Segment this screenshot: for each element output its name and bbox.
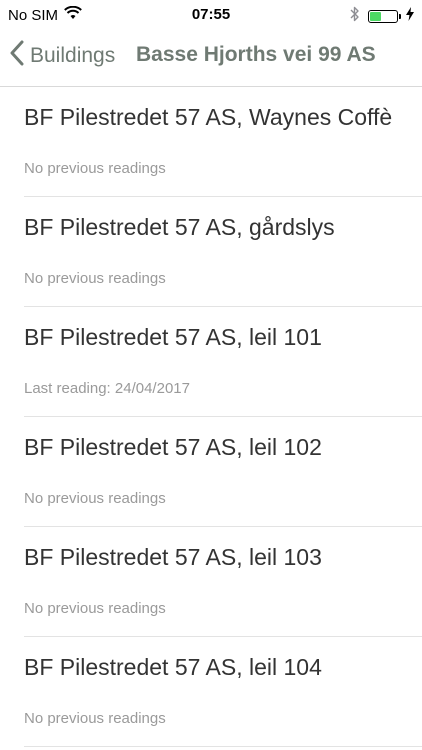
item-title: BF Pilestredet 57 AS, gårdslys [24,214,335,240]
chevron-left-icon [10,40,24,72]
back-button[interactable]: Buildings [10,40,115,72]
item-title: BF Pilestredet 57 AS, Waynes Coffè [24,104,393,130]
list-item[interactable]: BF Pilestredet 57 AS, leil 102 No previo… [24,417,422,527]
battery-level [370,11,381,21]
item-subtitle: No previous readings [24,160,166,177]
list-item[interactable]: BF Pilestredet 57 AS, leil 101 Last read… [24,307,422,417]
list-item[interactable]: BF Pilestredet 57 AS, Waynes Coffè No pr… [24,87,422,197]
item-subtitle: No previous readings [24,600,166,617]
back-label: Buildings [30,44,116,67]
item-subtitle: No previous readings [24,490,166,507]
item-title: BF Pilestredet 57 AS, leil 101 [24,324,322,350]
list-item[interactable]: BF Pilestredet 57 AS, leil 104 No previo… [24,637,422,747]
item-title: BF Pilestredet 57 AS, leil 104 [24,654,322,680]
list-item[interactable]: BF Pilestredet 57 AS, gårdslys No previo… [24,197,422,307]
item-subtitle: No previous readings [24,710,166,727]
list-item[interactable]: BF Pilestredet 57 AS, leil 103 No previo… [24,527,422,637]
battery-icon [368,9,401,23]
status-bar: No SIM 07:55 [0,0,422,30]
item-subtitle: Last reading: 24/04/2017 [24,380,190,397]
screen: No SIM 07:55 Buildings Basse Hjorths vei… [0,0,422,750]
bluetooth-icon [350,6,360,26]
item-title: BF Pilestredet 57 AS, leil 102 [24,434,322,460]
status-right [350,6,414,26]
navigation-bar: Buildings Basse Hjorths vei 99 AS [0,30,422,87]
meter-list: BF Pilestredet 57 AS, Waynes Coffè No pr… [0,87,422,747]
charging-icon [406,7,414,25]
item-title: BF Pilestredet 57 AS, leil 103 [24,544,322,570]
item-subtitle: No previous readings [24,270,166,287]
page-title: Basse Hjorths vei 99 AS [136,43,376,66]
